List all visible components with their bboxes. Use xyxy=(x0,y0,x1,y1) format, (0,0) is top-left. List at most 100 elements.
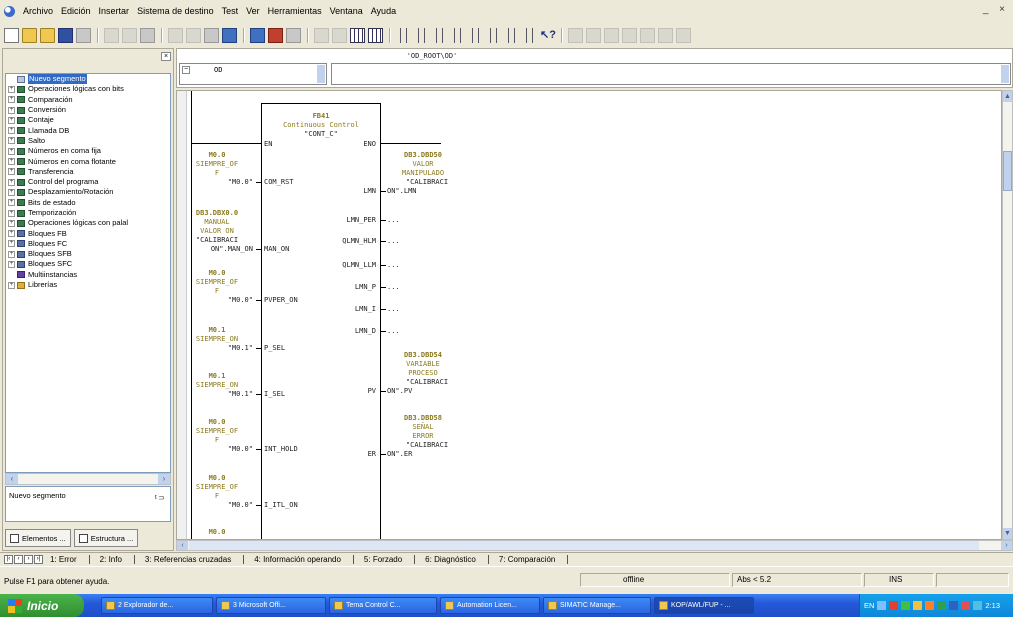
run-to-icon[interactable] xyxy=(640,27,655,43)
next-tab-icon[interactable]: › xyxy=(24,555,33,564)
expand-icon[interactable]: + xyxy=(8,85,15,93)
tab-referencias[interactable]: 3: Referencias cruzadas xyxy=(139,555,245,564)
ladder-network[interactable]: FB41 Continuous Control "CONT_C" EN ENO M0.0 S… xyxy=(176,90,1002,540)
expand-icon[interactable]: + xyxy=(8,127,15,135)
declaration-tree[interactable]: − OD xyxy=(179,63,327,85)
tree-item[interactable]: + Salto xyxy=(6,136,170,146)
start-button[interactable]: Inicio xyxy=(0,594,84,617)
expand-icon[interactable]: + xyxy=(8,96,15,104)
overview-icon[interactable] xyxy=(350,27,365,43)
clock[interactable]: 2:13 xyxy=(985,601,1000,610)
print-icon[interactable] xyxy=(76,27,91,43)
box-icon[interactable] xyxy=(468,27,483,43)
taskbar-button[interactable]: KOP/AWL/FUP - ... xyxy=(654,597,754,614)
tree-item[interactable]: + Librerías xyxy=(6,280,170,290)
expand-icon[interactable]: + xyxy=(8,188,15,196)
tree-item[interactable]: + Temporización xyxy=(6,208,170,218)
tray-app-icon[interactable] xyxy=(901,601,911,610)
connection-icon[interactable] xyxy=(522,27,537,43)
menu-ventana[interactable]: Ventana xyxy=(326,6,367,16)
menu-ver[interactable]: Ver xyxy=(242,6,264,16)
tray-app-icon[interactable] xyxy=(925,601,935,610)
breakpoint-icon[interactable] xyxy=(658,27,673,43)
tab-estructura[interactable]: Estructura ... xyxy=(73,529,139,547)
scroll-right-icon[interactable]: › xyxy=(1001,541,1012,550)
tree-item[interactable]: + Números en coma flotante xyxy=(6,156,170,166)
copy-icon[interactable] xyxy=(122,27,137,43)
monitor-icon[interactable] xyxy=(268,27,283,43)
tree-item[interactable]: + Contaje xyxy=(6,115,170,125)
expand-icon[interactable]: + xyxy=(8,281,15,289)
taskbar-button[interactable]: 2 Explorador de... xyxy=(101,597,213,614)
prev-tab-icon[interactable]: ‹ xyxy=(14,555,23,564)
expand-icon[interactable]: + xyxy=(8,230,15,238)
tree-item[interactable]: + Números en coma fija xyxy=(6,146,170,156)
network-icon[interactable] xyxy=(877,601,887,610)
open-online-icon[interactable] xyxy=(40,27,55,43)
save-icon[interactable] xyxy=(58,27,73,43)
load-icon[interactable] xyxy=(204,27,219,43)
coil-icon[interactable] xyxy=(450,27,465,43)
expand-icon[interactable]: + xyxy=(8,116,15,124)
network-hscrollbar[interactable]: ‹ › xyxy=(176,540,1013,551)
tab-diagnostico[interactable]: 6: Diagnóstico xyxy=(419,555,489,564)
breakpoint-bar-icon[interactable] xyxy=(676,27,691,43)
scroll-left-icon[interactable]: ‹ xyxy=(6,474,18,484)
close-panel-icon[interactable]: × xyxy=(161,51,171,61)
download-icon[interactable] xyxy=(222,27,237,43)
taskbar-button[interactable]: 3 Microsoft Offi... xyxy=(216,597,326,614)
expand-icon[interactable]: + xyxy=(8,137,15,145)
expand-icon[interactable]: + xyxy=(8,199,15,207)
declaration-tree-item[interactable]: OD xyxy=(214,66,222,74)
scroll-left-icon[interactable]: ‹ xyxy=(177,541,188,550)
scroll-down-icon[interactable]: ▼ xyxy=(1003,528,1012,539)
tray-app-icon[interactable] xyxy=(913,601,923,610)
tray-app-icon[interactable] xyxy=(889,601,899,610)
branch-close-icon[interactable] xyxy=(504,27,519,43)
language-indicator[interactable]: EN xyxy=(864,601,874,610)
program-elements-icon[interactable] xyxy=(368,27,383,43)
expand-icon[interactable]: + xyxy=(8,178,15,186)
taskbar-button[interactable]: Automation Licen... xyxy=(440,597,540,614)
declaration-detail-scrollbar[interactable] xyxy=(1001,65,1009,83)
network-vscrollbar[interactable]: ▲ ▼ xyxy=(1002,90,1013,540)
menu-ayuda[interactable]: Ayuda xyxy=(367,6,400,16)
next-network-icon[interactable] xyxy=(332,27,347,43)
tree-item[interactable]: + Transferencia xyxy=(6,167,170,177)
taskbar-button[interactable]: Tema Control C... xyxy=(329,597,437,614)
window-controls[interactable]: _ × xyxy=(983,4,1009,15)
expand-icon[interactable]: + xyxy=(8,106,15,114)
prev-network-icon[interactable] xyxy=(314,27,329,43)
tree-item[interactable]: + Bloques SFB xyxy=(6,249,170,259)
expand-icon[interactable]: + xyxy=(8,209,15,217)
menu-sistema-destino[interactable]: Sistema de destino xyxy=(133,6,218,16)
tree-item[interactable]: + Desplazamiento/Rotación xyxy=(6,187,170,197)
tab-info[interactable]: 2: Info xyxy=(94,555,135,564)
break-icon[interactable] xyxy=(568,27,583,43)
tray-app-icon[interactable] xyxy=(973,601,983,610)
expand-icon[interactable]: + xyxy=(8,240,15,248)
expand-icon[interactable]: + xyxy=(8,250,15,258)
new-icon[interactable] xyxy=(4,27,19,43)
tree-item[interactable]: + Bloques FB xyxy=(6,228,170,238)
open-icon[interactable] xyxy=(22,27,37,43)
tree-item[interactable]: Nuevo segmento xyxy=(6,74,170,85)
menu-archivo[interactable]: Archivo xyxy=(19,6,57,16)
cut-icon[interactable] xyxy=(104,27,119,43)
tree-item[interactable]: + Bloques FC xyxy=(6,239,170,249)
declaration-tree-scrollbar[interactable] xyxy=(317,65,325,83)
scroll-right-icon[interactable]: › xyxy=(158,474,170,484)
last-tab-icon[interactable]: ›| xyxy=(34,555,43,564)
first-tab-icon[interactable]: |‹ xyxy=(4,555,13,564)
expand-icon[interactable]: + xyxy=(8,260,15,268)
tree-item[interactable]: + Bloques SFC xyxy=(6,259,170,269)
new-network-icon[interactable] xyxy=(396,27,411,43)
expand-icon[interactable]: + xyxy=(8,219,15,227)
tray-app-icon[interactable] xyxy=(961,601,971,610)
collapse-icon[interactable]: − xyxy=(182,66,190,74)
expand-icon[interactable]: + xyxy=(8,168,15,176)
tab-informacion-operando[interactable]: 4: Información operando xyxy=(248,555,354,564)
no-contact-icon[interactable] xyxy=(414,27,429,43)
step-in-icon[interactable] xyxy=(604,27,619,43)
hscroll-thumb[interactable] xyxy=(189,541,979,550)
